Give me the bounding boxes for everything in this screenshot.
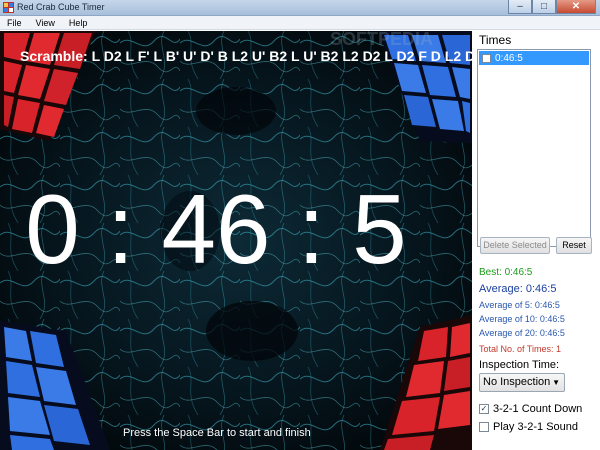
chevron-down-icon: ▼ [552,378,560,387]
instruction-hint: Press the Space Bar to start and finish [123,427,311,439]
best-time: Best: 0:46:5 [479,267,533,278]
reset-button[interactable]: Reset [556,237,592,254]
menu-bar: File View Help [0,16,600,30]
time-checkbox[interactable] [482,53,491,63]
menu-help[interactable]: Help [62,16,95,29]
title-bar: Red Crab Cube Timer – □ ✕ [0,0,600,16]
countdown-checkbox[interactable]: ✓ [479,404,489,414]
close-button[interactable]: ✕ [556,0,596,14]
average-time: Average: 0:46:5 [479,283,557,295]
sidebar: Times 0:46:5 Delete Selected Reset Best:… [472,31,600,450]
sound-label: Play 3-2-1 Sound [493,421,578,433]
inspection-select[interactable]: No Inspection ▼ [479,373,565,392]
sound-option[interactable]: Play 3-2-1 Sound [479,421,578,433]
sound-checkbox[interactable] [479,422,489,432]
window-controls: – □ ✕ [508,0,596,15]
countdown-option[interactable]: ✓ 3-2-1 Count Down [479,403,582,415]
timer-stage[interactable]: SOFTPEDIA Scramble: L D2 L F' L B' U' D'… [0,31,472,450]
window-title: Red Crab Cube Timer [17,2,105,12]
minimize-button[interactable]: – [508,0,532,14]
average-of-5: Average of 5: 0:46:5 [479,300,560,310]
watermark-text: SOFTPEDIA [330,31,433,49]
average-of-20: Average of 20: 0:46:5 [479,328,565,338]
inspection-value: No Inspection [483,376,551,388]
menu-file[interactable]: File [0,16,29,29]
times-list-item[interactable]: 0:46:5 [479,51,589,65]
menu-view[interactable]: View [29,16,62,29]
scramble-text: Scramble: L D2 L F' L B' U' D' B L2 U' B… [20,48,472,64]
total-times: Total No. of Times: 1 [479,344,562,354]
inspection-label: Inspection Time: [479,359,560,371]
time-value: 0:46:5 [495,52,523,64]
times-list[interactable]: 0:46:5 [477,49,591,247]
times-heading: Times [479,33,512,47]
timer-display: 0 : 46 : 5 [25,174,407,284]
average-of-10: Average of 10: 0:46:5 [479,314,565,324]
countdown-label: 3-2-1 Count Down [493,403,583,415]
delete-selected-button[interactable]: Delete Selected [480,237,550,254]
maximize-button[interactable]: □ [532,0,556,14]
app-icon [3,2,14,13]
